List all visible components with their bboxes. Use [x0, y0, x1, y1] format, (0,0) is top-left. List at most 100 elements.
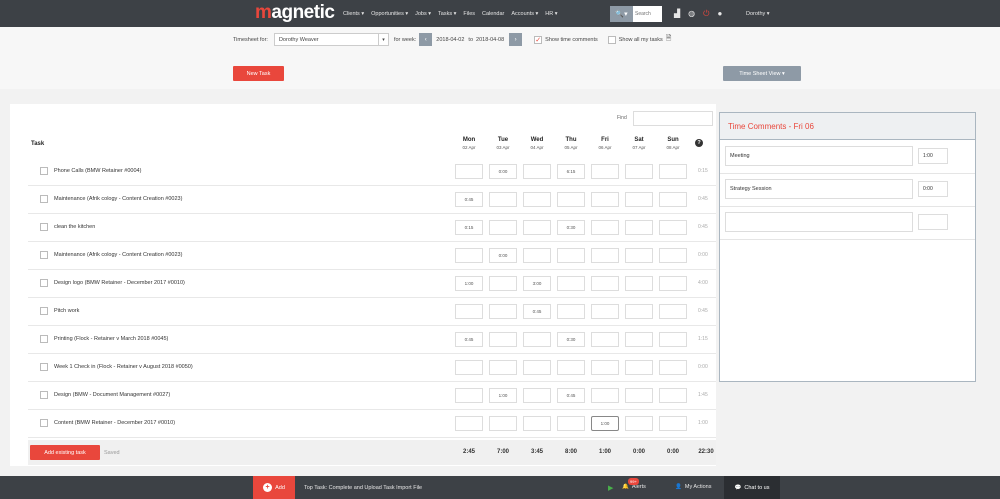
time-cell-input[interactable]: 0:00 — [489, 164, 517, 179]
time-cell-input[interactable] — [455, 304, 483, 319]
week-start[interactable]: 2018-04-02 — [436, 37, 464, 43]
time-cell-input[interactable] — [659, 416, 687, 431]
menu-hr[interactable]: HR ▾ — [545, 11, 557, 17]
task-name[interactable]: Content (BMW Retainer - December 2017 #0… — [54, 420, 175, 426]
next-week-button[interactable]: › — [509, 33, 523, 46]
top-task-text[interactable]: Top Task: Complete and Upload Task Impor… — [304, 485, 422, 491]
row-checkbox[interactable] — [40, 335, 48, 343]
time-cell-input[interactable] — [659, 164, 687, 179]
menu-jobs[interactable]: Jobs ▾ — [415, 11, 431, 17]
new-task-button[interactable]: New Task — [233, 66, 284, 81]
time-cell-input[interactable] — [659, 276, 687, 291]
time-cell-input[interactable] — [557, 304, 585, 319]
row-checkbox[interactable] — [40, 307, 48, 315]
row-checkbox[interactable] — [40, 419, 48, 427]
time-cell-input[interactable] — [557, 416, 585, 431]
power-icon[interactable]: ⏻ — [703, 9, 709, 19]
time-cell-input[interactable] — [523, 388, 551, 403]
comment-hours-input[interactable] — [918, 214, 948, 230]
time-cell-input[interactable] — [625, 192, 653, 207]
menu-files[interactable]: Files — [463, 11, 475, 17]
row-checkbox[interactable] — [40, 363, 48, 371]
time-cell-input[interactable] — [591, 164, 619, 179]
time-cell-input[interactable] — [489, 220, 517, 235]
time-sheet-view-button[interactable]: Time Sheet View ▾ — [723, 66, 801, 81]
time-cell-input[interactable] — [625, 164, 653, 179]
row-checkbox[interactable] — [40, 251, 48, 259]
time-cell-input[interactable] — [625, 360, 653, 375]
add-button[interactable]: + Add — [253, 476, 295, 499]
time-cell-input[interactable]: 0:45 — [523, 304, 551, 319]
time-cell-input[interactable] — [625, 304, 653, 319]
time-cell-input[interactable] — [523, 220, 551, 235]
menu-opportunities[interactable]: Opportunities ▾ — [371, 11, 408, 17]
time-cell-input[interactable] — [659, 360, 687, 375]
person-select[interactable]: Dorothy Weaver ▾ — [273, 33, 389, 46]
menu-clients[interactable]: Clients ▾ — [343, 11, 364, 17]
task-name[interactable]: Pitch work — [54, 308, 79, 314]
time-cell-input[interactable] — [523, 164, 551, 179]
time-cell-input[interactable] — [591, 276, 619, 291]
time-cell-input[interactable] — [455, 248, 483, 263]
task-name[interactable]: Maintenance (Afrik cology - Content Crea… — [54, 252, 182, 258]
time-cell-input[interactable] — [625, 248, 653, 263]
task-name[interactable]: Maintenance (Afrik cology - Content Crea… — [54, 196, 182, 202]
chat-button[interactable]: 💬 Chat to us — [724, 476, 780, 499]
search-icon[interactable]: 🔍▾ — [610, 6, 633, 22]
time-cell-input[interactable] — [489, 416, 517, 431]
time-cell-input[interactable] — [659, 248, 687, 263]
menu-calendar[interactable]: Calendar — [482, 11, 504, 17]
time-cell-input[interactable] — [591, 220, 619, 235]
document-icon[interactable]: 🗎 — [666, 34, 672, 45]
time-cell-input[interactable]: 1:00 — [489, 388, 517, 403]
task-name[interactable]: Printing (Flock - Retainer v March 2018 … — [54, 336, 168, 342]
time-cell-input[interactable]: 3:00 — [523, 276, 551, 291]
time-cell-input[interactable]: 6:15 — [557, 164, 585, 179]
time-cell-input[interactable] — [625, 276, 653, 291]
chart-icon[interactable]: ▟ — [674, 9, 680, 19]
globe-icon[interactable]: ◍ — [688, 9, 695, 19]
task-name[interactable]: Design (BMW - Document Management #0027) — [54, 392, 170, 398]
time-cell-input[interactable]: 0:30 — [557, 220, 585, 235]
time-cell-input[interactable] — [523, 416, 551, 431]
play-icon[interactable]: ▶ — [608, 484, 613, 492]
time-cell-input[interactable] — [591, 304, 619, 319]
time-cell-input[interactable] — [455, 164, 483, 179]
comment-hours-input[interactable]: 1:00 — [918, 148, 948, 164]
time-cell-input[interactable] — [659, 332, 687, 347]
time-cell-input[interactable] — [591, 332, 619, 347]
time-cell-input[interactable] — [659, 388, 687, 403]
find-input[interactable] — [633, 111, 713, 126]
task-name[interactable]: Week 1 Check in (Flock - Retainer v Augu… — [54, 364, 193, 370]
magnetic-logo[interactable]: magnetic — [255, 2, 335, 24]
time-cell-input[interactable] — [489, 276, 517, 291]
time-cell-input[interactable] — [591, 360, 619, 375]
task-name[interactable]: Phone Calls (BMW Retainer #0004) — [54, 168, 141, 174]
time-cell-input[interactable]: 0:45 — [557, 388, 585, 403]
show-all-tasks-checkbox[interactable] — [607, 35, 616, 44]
add-existing-task-button[interactable]: Add existing task — [30, 445, 100, 460]
time-cell-input[interactable] — [489, 360, 517, 375]
time-cell-input[interactable]: 0:30 — [557, 332, 585, 347]
time-cell-input[interactable] — [659, 220, 687, 235]
time-cell-input[interactable] — [625, 220, 653, 235]
user-menu[interactable]: Dorothy ▾ — [746, 11, 770, 17]
time-cell-input[interactable] — [455, 416, 483, 431]
time-cell-input[interactable] — [557, 360, 585, 375]
time-cell-input[interactable] — [557, 248, 585, 263]
comment-text-input[interactable] — [725, 212, 913, 232]
task-name[interactable]: Design logo (BMW Retainer - December 201… — [54, 280, 185, 286]
my-actions-button[interactable]: 👤 My Actions — [675, 484, 711, 490]
time-cell-input[interactable] — [557, 276, 585, 291]
alerts-button[interactable]: 🔔 99+ Alerts — [622, 478, 646, 490]
time-cell-input[interactable] — [557, 192, 585, 207]
time-cell-input[interactable]: 1:00 — [591, 416, 619, 431]
row-checkbox[interactable] — [40, 391, 48, 399]
time-cell-input[interactable] — [455, 388, 483, 403]
time-cell-input[interactable] — [591, 248, 619, 263]
time-cell-input[interactable]: 0:45 — [455, 332, 483, 347]
time-cell-input[interactable] — [523, 192, 551, 207]
time-cell-input[interactable]: 0:00 — [489, 248, 517, 263]
time-cell-input[interactable] — [489, 332, 517, 347]
row-checkbox[interactable] — [40, 167, 48, 175]
